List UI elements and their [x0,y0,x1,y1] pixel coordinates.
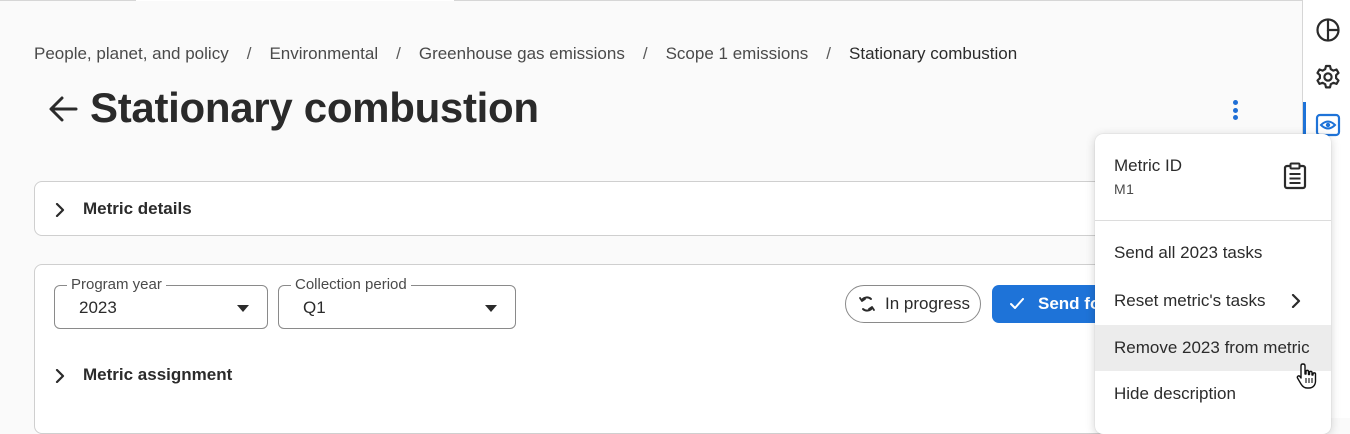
gear-icon[interactable] [1315,64,1341,90]
menu-item-label: Remove 2023 from metric [1114,338,1310,357]
menu-item-send-all-tasks[interactable]: Send all 2023 tasks [1095,230,1331,276]
pie-chart-icon[interactable] [1315,17,1341,43]
status-badge[interactable]: In progress [845,285,981,323]
page-title: Stationary combustion [90,84,539,131]
breadcrumb-item-scope-1-emissions[interactable]: Scope 1 emissions [666,44,809,64]
breadcrumb: People, planet, and policy / Environment… [34,43,1017,65]
kebab-vertical-icon[interactable] [1226,97,1244,123]
program-year-select[interactable]: Program year 2023 [54,276,268,329]
top-tab-highlight [136,0,454,1]
menu-item-remove-year[interactable]: Remove 2023 from metric [1095,325,1331,371]
chevron-right-icon [1291,294,1301,308]
metric-assignment-label[interactable]: Metric assignment [83,365,232,385]
collection-period-value: Q1 [303,298,326,317]
metric-id-value: M1 [1114,181,1135,197]
breadcrumb-item-current: Stationary combustion [849,44,1018,63]
metric-details-panel[interactable]: Metric details [34,181,1174,236]
breadcrumb-item-people-planet-policy[interactable]: People, planet, and policy [34,44,229,64]
breadcrumb-separator: / [642,44,648,63]
breadcrumb-separator: / [396,44,401,63]
breadcrumb-item-environmental[interactable]: Environmental [269,44,378,64]
menu-item-hide-description[interactable]: Hide description [1095,371,1331,417]
menu-item-label: Send all 2023 tasks [1114,243,1263,262]
metric-details-label: Metric details [83,199,192,218]
send-for-label: Send fo [1038,294,1101,313]
program-year-label: Program year [67,276,166,294]
menu-item-label: Hide description [1114,384,1236,403]
program-year-value: 2023 [79,298,117,317]
more-actions-menu: Metric ID M1 Send all 2023 tasks Reset m… [1095,134,1331,434]
breadcrumb-separator: / [826,44,832,63]
clipboard-icon[interactable] [1282,162,1308,190]
refresh-icon [859,296,875,312]
arrow-left-icon[interactable] [46,92,80,126]
menu-item-reset-tasks[interactable]: Reset metric's tasks [1095,278,1331,324]
metric-id-label: Metric ID [1114,156,1182,175]
chevron-right-icon [55,203,65,217]
breadcrumb-separator: / [246,44,252,63]
app-window: People, planet, and policy / Environment… [0,0,1350,434]
collection-period-select[interactable]: Collection period Q1 [278,276,516,329]
breadcrumb-item-greenhouse-gas-emissions[interactable]: Greenhouse gas emissions [419,44,625,64]
rail-active-indicator [1303,102,1306,138]
collection-period-label: Collection period [291,276,411,294]
menu-divider [1095,220,1331,221]
menu-item-label: Reset metric's tasks [1114,291,1266,310]
caret-down-icon [237,305,249,312]
check-icon [1010,298,1024,309]
caret-down-icon [485,305,497,312]
chevron-right-icon[interactable] [53,369,67,383]
status-label: In progress [885,294,971,313]
